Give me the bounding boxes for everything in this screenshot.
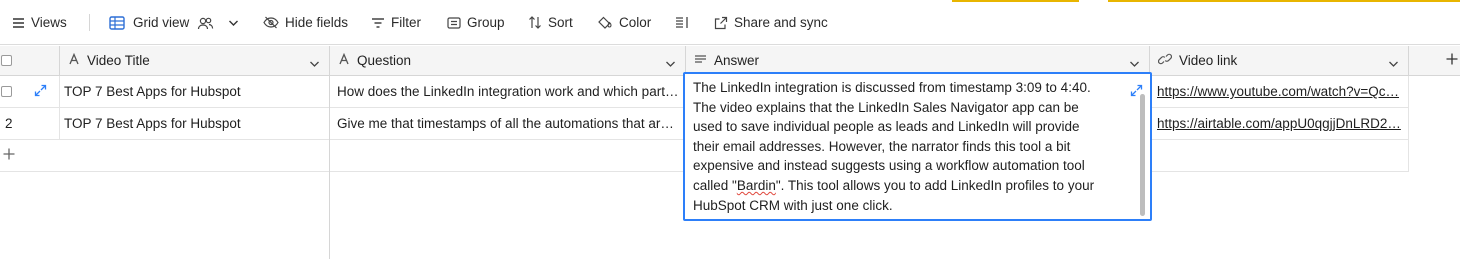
eye-slash-icon <box>263 16 279 29</box>
color-button[interactable]: Color <box>597 0 651 45</box>
select-all-checkbox[interactable] <box>1 55 12 66</box>
share-sync-label: Share and sync <box>734 15 828 30</box>
view-toolbar: Views Grid view Hide fields Filter Group <box>0 0 1460 45</box>
column-header-question[interactable]: Question <box>330 46 686 76</box>
row-checkbox[interactable] <box>1 86 12 97</box>
cell-text: Give me that timestamps of all the autom… <box>337 116 674 131</box>
select-all-header <box>0 46 60 76</box>
external-link-icon <box>714 16 728 30</box>
toolbar-highlight-right <box>1108 0 1460 2</box>
expand-record-icon[interactable] <box>34 84 47 100</box>
link-icon <box>1157 53 1173 68</box>
cell-text: How does the LinkedIn integration work a… <box>337 84 679 99</box>
column-label: Question <box>357 53 412 68</box>
chevron-down-icon[interactable] <box>1129 56 1140 71</box>
column-label: Video link <box>1179 53 1238 68</box>
hide-fields-button[interactable]: Hide fields <box>263 0 348 45</box>
cell-link[interactable]: https://www.youtube.com/watch?v=Qc… <box>1150 84 1399 99</box>
text-a-icon <box>338 52 350 68</box>
table-cell-video-link[interactable]: https://airtable.com/appU0qgjjDnLRD2… <box>1150 108 1409 140</box>
chevron-down-icon[interactable] <box>228 19 239 27</box>
view-name: Grid view <box>133 15 190 30</box>
table-cell-question[interactable]: How does the LinkedIn integration work a… <box>330 76 686 108</box>
misspelled-word: Bardin <box>736 177 776 193</box>
sort-label: Sort <box>548 15 573 30</box>
hide-fields-label: Hide fields <box>285 15 349 30</box>
text-a-icon <box>68 52 80 68</box>
row-number-cell[interactable]: 2 <box>0 108 60 140</box>
frozen-column-divider <box>329 46 330 259</box>
table-cell-video-title[interactable]: TOP 7 Best Apps for Hubspot <box>60 108 330 140</box>
column-header-video-title[interactable]: Video Title <box>60 46 330 76</box>
group-icon <box>447 16 461 29</box>
chevron-down-icon[interactable] <box>309 56 320 71</box>
menu-icon <box>12 17 25 29</box>
view-switcher[interactable]: Grid view <box>109 0 239 45</box>
row-selector[interactable] <box>0 76 60 108</box>
filter-button[interactable]: Filter <box>371 0 421 45</box>
plus-icon <box>3 148 15 163</box>
column-label: Answer <box>714 53 760 68</box>
cell-link[interactable]: https://airtable.com/appU0qgjjDnLRD2… <box>1150 116 1401 131</box>
filter-label: Filter <box>391 15 421 30</box>
plus-icon <box>1446 53 1458 68</box>
add-field-header[interactable] <box>1409 46 1460 76</box>
table-cell-video-link[interactable]: https://www.youtube.com/watch?v=Qc… <box>1150 76 1409 108</box>
row-height-icon <box>675 16 689 29</box>
table-cell-question[interactable]: Give me that timestamps of all the autom… <box>330 108 686 140</box>
scrollbar-thumb[interactable] <box>1140 94 1145 216</box>
toolbar-divider <box>89 14 90 31</box>
cell-text: TOP 7 Best Apps for Hubspot <box>64 84 241 99</box>
expanded-cell-editor[interactable]: The LinkedIn integration is discussed fr… <box>683 72 1152 221</box>
group-button[interactable]: Group <box>447 0 505 45</box>
grid-icon <box>109 15 125 30</box>
views-button[interactable]: Views <box>12 0 67 45</box>
answer-text-part: The LinkedIn integration is discussed fr… <box>693 80 1091 193</box>
filter-icon <box>371 17 385 29</box>
sort-button[interactable]: Sort <box>528 0 573 45</box>
row-number: 2 <box>5 116 13 131</box>
collaborators-icon <box>197 16 214 30</box>
color-label: Color <box>619 15 652 30</box>
row-height-button[interactable] <box>675 0 689 45</box>
chevron-down-icon[interactable] <box>665 56 676 71</box>
answer-text[interactable]: The LinkedIn integration is discussed fr… <box>693 78 1103 215</box>
toolbar-highlight-left <box>952 0 1079 2</box>
group-label: Group <box>467 15 505 30</box>
sort-icon <box>528 16 542 29</box>
column-header-video-link[interactable]: Video link <box>1150 46 1409 76</box>
cell-text: TOP 7 Best Apps for Hubspot <box>64 116 241 131</box>
long-text-icon <box>694 53 707 68</box>
paint-bucket-icon <box>597 16 613 30</box>
share-sync-button[interactable]: Share and sync <box>714 0 828 45</box>
table-cell-video-title[interactable]: TOP 7 Best Apps for Hubspot <box>60 76 330 108</box>
scrollbar[interactable] <box>1140 94 1145 216</box>
views-label: Views <box>31 15 67 30</box>
chevron-down-icon[interactable] <box>1388 56 1399 71</box>
column-label: Video Title <box>87 53 150 68</box>
